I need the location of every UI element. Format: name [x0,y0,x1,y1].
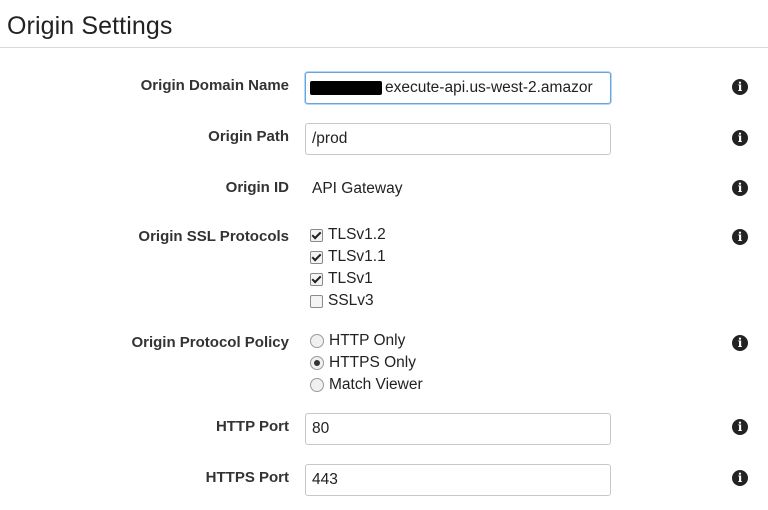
http-port-value: 80 [312,420,330,437]
ssl-option-tlsv1-2[interactable]: TLSv1.2 [310,225,386,245]
info-icon[interactable]: i [732,335,748,351]
origin-id-label: Origin ID [225,179,289,196]
section-title: Origin Settings [7,12,173,40]
origin-path-value: /prod [312,130,348,147]
ssl-option-sslv3[interactable]: SSLv3 [310,291,374,311]
ssl-option-label: TLSv1.2 [328,226,386,243]
origin-id-value: API Gateway [312,180,403,197]
policy-option-label: HTTP Only [329,332,406,349]
http-port-input[interactable]: 80 [305,413,611,445]
info-icon[interactable]: i [732,130,748,146]
section-divider [0,47,768,48]
info-icon[interactable]: i [732,470,748,486]
https-port-label: HTTPS Port [205,469,289,486]
https-port-input[interactable]: 443 [305,464,611,496]
checkbox[interactable] [310,228,323,242]
checkbox[interactable] [310,294,323,308]
https-port-value: 443 [312,471,338,488]
policy-option-https-only[interactable]: HTTPS Only [310,353,416,373]
ssl-option-label: TLSv1 [328,270,373,287]
policy-option-match-viewer[interactable]: Match Viewer [310,375,423,395]
policy-option-http-only[interactable]: HTTP Only [310,331,405,351]
policy-option-label: HTTPS Only [329,354,416,371]
info-icon[interactable]: i [732,419,748,435]
radio-button[interactable] [310,356,324,370]
http-port-label: HTTP Port [215,418,289,435]
radio-button[interactable] [310,334,324,348]
info-icon[interactable]: i [732,180,748,196]
ssl-option-label: TLSv1.1 [328,248,386,265]
ssl-option-label: SSLv3 [328,292,374,309]
radio-button[interactable] [310,378,324,392]
ssl-option-tlsv1-1[interactable]: TLSv1.1 [310,247,386,267]
origin-protocol-policy-label: Origin Protocol Policy [131,334,289,351]
redacted-region [310,80,382,95]
origin-domain-name-label: Origin Domain Name [140,77,289,94]
origin-path-label: Origin Path [208,128,289,145]
checkbox[interactable] [310,272,323,286]
origin-ssl-protocols-label: Origin SSL Protocols [138,228,289,245]
origin-path-input[interactable]: /prod [305,123,611,155]
origin-domain-name-input[interactable]: execute-api.us-west-2.amazor [305,72,611,104]
policy-option-label: Match Viewer [329,376,423,393]
checkbox[interactable] [310,250,323,264]
ssl-option-tlsv1[interactable]: TLSv1 [310,269,373,289]
info-icon[interactable]: i [732,229,748,245]
origin-domain-name-value: execute-api.us-west-2.amazor [385,79,593,96]
info-icon[interactable]: i [732,79,748,95]
